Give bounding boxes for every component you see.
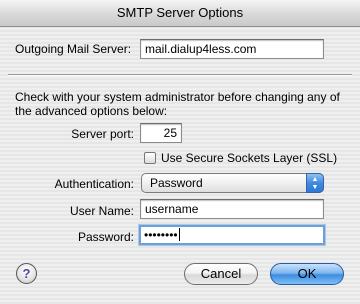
ssl-checkbox[interactable] <box>144 152 156 164</box>
username-label: User Name: <box>69 204 134 218</box>
notice-line-2: the advanced options below: <box>15 104 168 118</box>
separator <box>8 74 352 76</box>
authentication-value: Password <box>150 176 203 190</box>
password-field[interactable]: •••••••• <box>139 225 325 245</box>
authentication-label: Authentication: <box>54 177 134 191</box>
outgoing-server-label: Outgoing Mail Server: <box>15 42 132 56</box>
text-caret <box>178 228 180 241</box>
cancel-button[interactable]: Cancel <box>184 263 258 285</box>
ssl-label[interactable]: Use Secure Sockets Layer (SSL) <box>161 151 337 165</box>
ok-button[interactable]: OK <box>270 263 344 285</box>
outgoing-server-field[interactable]: mail.dialup4less.com <box>140 39 324 59</box>
window-title: SMTP Server Options <box>0 0 360 27</box>
username-field[interactable]: username <box>140 199 324 219</box>
authentication-popup[interactable]: Password ▲ ▼ <box>141 173 324 193</box>
up-down-arrows-icon: ▲ ▼ <box>306 173 324 193</box>
password-label: Password: <box>77 230 134 244</box>
server-port-field[interactable]: 25 <box>140 123 182 143</box>
notice-line-1: Check with your system administrator bef… <box>15 90 340 104</box>
password-value: •••••••• <box>144 228 178 242</box>
help-icon[interactable]: ? <box>16 263 37 284</box>
smtp-options-dialog: SMTP Server Options Outgoing Mail Server… <box>0 0 360 304</box>
server-port-label: Server port: <box>71 127 134 141</box>
